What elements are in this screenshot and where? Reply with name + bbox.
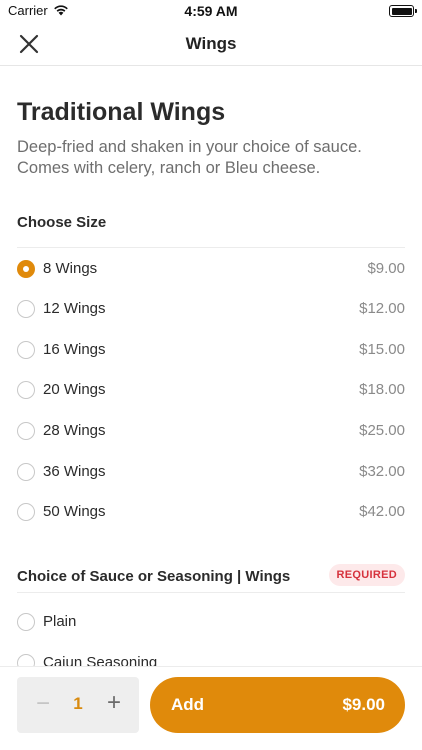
item-description: Deep-fried and shaken in your choice of … (17, 138, 362, 177)
option-label: Cajun Seasoning (43, 654, 158, 668)
add-button-price: $9.00 (342, 695, 385, 714)
item-title: Traditional Wings (17, 98, 226, 126)
radio-icon (17, 300, 35, 318)
radio-icon (17, 422, 35, 440)
option-price: $42.00 (359, 503, 405, 520)
size-option-20-wings[interactable]: 20 Wings $18.00 (17, 370, 405, 410)
increase-quantity-button[interactable]: + (102, 691, 126, 716)
required-badge: REQUIRED (328, 564, 405, 586)
sauce-option-plain[interactable]: Plain (17, 602, 405, 642)
status-bar: Carrier 4:59 AM (0, 0, 422, 22)
option-label: 20 Wings (43, 381, 106, 398)
size-option-12-wings[interactable]: 12 Wings $12.00 (17, 289, 405, 329)
option-price: $12.00 (359, 300, 405, 317)
radio-icon (17, 381, 35, 399)
radio-icon (17, 503, 35, 521)
radio-icon (17, 341, 35, 359)
bottom-bar: − 1 + Add $9.00 (0, 667, 422, 750)
option-label: 16 Wings (43, 341, 106, 358)
option-label: 28 Wings (43, 422, 106, 439)
add-button-label: Add (171, 695, 205, 714)
option-label: 8 Wings (43, 260, 98, 277)
size-option-16-wings[interactable]: 16 Wings $15.00 (17, 330, 405, 370)
sauce-option-cajun-seasoning[interactable]: Cajun Seasoning (17, 648, 405, 668)
option-label: 50 Wings (43, 503, 106, 520)
size-option-28-wings[interactable]: 28 Wings $25.00 (17, 411, 405, 451)
radio-icon (17, 613, 35, 631)
battery-icon (389, 5, 417, 17)
option-price: $32.00 (359, 463, 405, 480)
sauce-section-header: Choice of Sauce or Seasoning | Wings REQ… (17, 564, 405, 593)
option-price: $18.00 (359, 381, 405, 398)
radio-selected-icon (17, 260, 35, 278)
size-option-36-wings[interactable]: 36 Wings $32.00 (17, 452, 405, 492)
nav-bar: Wings (0, 22, 422, 66)
page-title: Wings (185, 34, 237, 53)
option-label: 12 Wings (43, 300, 106, 317)
option-label: 36 Wings (43, 463, 106, 480)
radio-icon (17, 463, 35, 481)
section-title: Choose Size (17, 214, 107, 231)
size-option-50-wings[interactable]: 50 Wings $42.00 (17, 492, 405, 532)
add-to-cart-button[interactable]: Add $9.00 (150, 677, 405, 733)
option-price: $15.00 (359, 341, 405, 358)
size-section-header: Choose Size (17, 212, 405, 248)
section-title: Choice of Sauce or Seasoning | Wings (17, 568, 291, 585)
status-time: 4:59 AM (184, 3, 238, 19)
option-price: $9.00 (367, 260, 405, 277)
option-label: Plain (43, 613, 77, 630)
size-option-8-wings[interactable]: 8 Wings $9.00 (17, 249, 405, 289)
quantity-stepper: − 1 + (17, 677, 139, 733)
radio-icon (17, 654, 35, 668)
option-price: $25.00 (359, 422, 405, 439)
